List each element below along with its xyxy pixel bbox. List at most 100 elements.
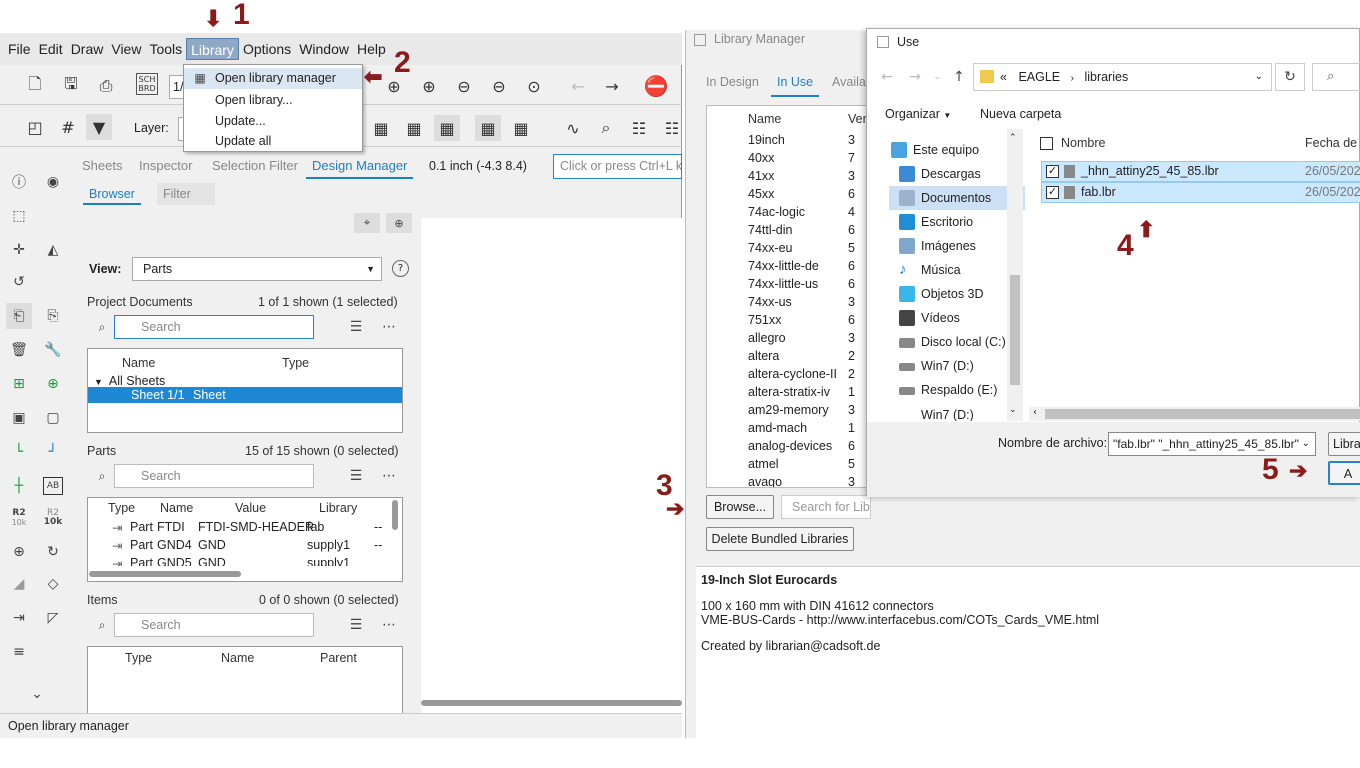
menu-options[interactable]: Options — [239, 38, 295, 60]
more-icon[interactable]: ⋯ — [379, 467, 399, 485]
list-item[interactable]: 74ttl-din 6 — [707, 223, 870, 241]
tab-in-use[interactable]: In Use — [771, 67, 820, 97]
list-item[interactable]: 74xx-us 3 — [707, 295, 870, 313]
more-icon[interactable]: ⋯ — [379, 318, 399, 336]
horizontal-scrollbar[interactable] — [89, 571, 241, 577]
add-part-icon[interactable]: ⊞ — [6, 371, 32, 397]
tab-inspector[interactable]: Inspector — [133, 153, 198, 179]
view-select[interactable]: Parts ▼ — [132, 257, 382, 281]
tab-design-manager[interactable]: Design Manager — [306, 153, 414, 179]
menu-tools[interactable]: Tools — [145, 38, 186, 60]
chevron-down-icon[interactable]: ⌄ — [1301, 433, 1310, 455]
nav-documentos[interactable]: Documentos — [889, 186, 1025, 210]
nav-win7-d[interactable]: Win7 (D:) — [889, 354, 1025, 378]
menu-draw[interactable]: Draw — [67, 38, 108, 60]
tab-in-design[interactable]: In Design — [700, 67, 765, 97]
pin-swap-icon[interactable]: ▣ — [6, 405, 32, 431]
scroll-down-icon[interactable]: ⌄ — [1009, 405, 1017, 415]
subtab-filter[interactable]: Filter — [157, 183, 215, 205]
col-value[interactable]: Value — [235, 501, 266, 515]
refresh-icon[interactable]: ↻ — [1275, 63, 1305, 91]
nav-musica[interactable]: ♪ Música — [889, 258, 1025, 282]
library-search-input[interactable]: Search for Library Name — [781, 495, 871, 519]
name-icon[interactable]: R2 10k — [6, 505, 32, 531]
copy-icon[interactable]: ⎗ — [6, 303, 32, 329]
wave-icon[interactable]: ∿ — [560, 115, 586, 141]
dialog-search-input[interactable]: ⌕ — [1312, 63, 1360, 91]
wrench-icon[interactable]: 🔧 — [40, 337, 66, 363]
col-name[interactable]: Name — [221, 651, 254, 665]
col-library[interactable]: Library — [319, 501, 357, 515]
print-icon[interactable]: ⎙ — [93, 73, 119, 99]
nav-disco-local[interactable]: Disco local (C:) — [889, 330, 1025, 354]
list-item[interactable]: 74ac-logic 4 — [707, 205, 870, 223]
items-search-input[interactable]: Search — [114, 613, 314, 637]
redo-icon[interactable]: → — [599, 73, 625, 99]
new-file-icon[interactable]: 🗋 — [22, 73, 48, 99]
forward-icon[interactable]: → — [905, 67, 925, 87]
up-icon[interactable]: ↑ — [949, 67, 969, 87]
sch-brd-switch-icon[interactable]: SCH BRD — [136, 73, 158, 95]
menu-window[interactable]: Window — [295, 38, 353, 60]
breadcrumb-eagle[interactable]: EAGLE — [1018, 70, 1060, 84]
junction-icon[interactable]: ┼ — [6, 473, 32, 499]
list-item[interactable]: 45xx 6 — [707, 187, 870, 205]
col-parent[interactable]: Parent — [320, 651, 357, 665]
col-fecha[interactable]: Fecha de m — [1305, 136, 1360, 150]
menu-view[interactable]: View — [107, 38, 145, 60]
list-item[interactable]: atmel 5 — [707, 457, 870, 475]
nav-win7-d-2[interactable]: Win7 (D:) — [889, 409, 1025, 421]
list-item[interactable]: 19inch 3 — [707, 133, 870, 151]
menu-item-open-library-manager[interactable]: Open library manager — [184, 68, 362, 89]
chevron-down-icon[interactable]: ⌄ — [1255, 64, 1263, 90]
paste-icon[interactable]: ⎘ — [40, 303, 66, 329]
filter-icon[interactable]: ▼ — [86, 114, 112, 140]
save-icon[interactable]: 🖫 — [58, 73, 84, 99]
list-item[interactable]: altera 2 — [707, 349, 870, 367]
delete-icon[interactable]: 🗑 — [6, 337, 32, 363]
nav-este-equipo[interactable]: Este equipo — [881, 138, 1017, 162]
col-name[interactable]: Name — [160, 501, 193, 515]
bus-icon[interactable]: ┘ — [40, 439, 66, 465]
col-type[interactable]: Type — [282, 356, 309, 370]
wire-icon[interactable]: └ — [6, 439, 32, 465]
file-row[interactable]: ✓ _hhn_attiny25_45_85.lbr 26/05/2021 — [1041, 161, 1360, 182]
list-item[interactable]: altera-stratix-iv 1 — [707, 385, 870, 403]
drawing-canvas[interactable] — [421, 218, 682, 738]
menu-item-open-library[interactable]: Open library... — [184, 90, 362, 111]
layout-2-icon[interactable]: ▦ — [401, 115, 427, 141]
help-icon[interactable]: ? — [392, 260, 409, 277]
menu-item-update[interactable]: Update... — [184, 111, 362, 132]
back-icon[interactable]: ← — [877, 67, 897, 87]
menu-library[interactable]: Library — [186, 38, 239, 60]
add-gate-icon[interactable]: ⊕ — [40, 371, 66, 397]
more-icon[interactable]: ⋯ — [379, 616, 399, 634]
more-tools-icon[interactable]: ⌄ — [24, 681, 50, 707]
scroll-left-icon[interactable]: ‹ — [1033, 407, 1037, 418]
breadcrumb-libraries[interactable]: libraries — [1084, 70, 1128, 84]
vertical-scrollbar[interactable] — [392, 500, 398, 530]
attribute-icon[interactable]: ◇ — [40, 571, 66, 597]
list-item[interactable]: 41xx 3 — [707, 169, 870, 187]
delete-bundled-button[interactable]: Delete Bundled Libraries — [706, 527, 854, 551]
subtab-browser[interactable]: Browser — [83, 183, 141, 205]
replace-icon[interactable]: ▢ — [40, 405, 66, 431]
organize-button[interactable]: Organizar ▼ — [885, 107, 951, 121]
tab-selection-filter[interactable]: Selection Filter — [206, 153, 304, 179]
select-all-checkbox[interactable] — [1040, 137, 1053, 150]
table-row[interactable]: ⇥ Part GND5 GND supply1 — [88, 556, 388, 566]
list-item[interactable]: 74xx-eu 5 — [707, 241, 870, 259]
list-item[interactable]: am29-memory 3 — [707, 403, 870, 421]
layout-4-icon[interactable]: ▦ — [475, 115, 501, 141]
menu-help[interactable]: Help — [353, 38, 390, 60]
grid-icon[interactable]: # — [55, 114, 81, 140]
table-row[interactable]: ⇥ Part FTDI FTDI-SMD-HEADER fab -- — [88, 520, 388, 538]
menu-edit[interactable]: Edit — [35, 38, 67, 60]
table-row[interactable]: Sheet 1/1 Sheet — [88, 387, 402, 403]
select-icon[interactable]: ⬚ — [6, 203, 32, 229]
split-icon[interactable]: ◢ — [6, 571, 32, 597]
smash-icon[interactable]: ↻ — [40, 539, 66, 565]
files-horizontal-scrollbar[interactable]: ‹ — [1029, 407, 1360, 421]
list-item[interactable]: allegro 3 — [707, 331, 870, 349]
nav-descargas[interactable]: Descargas — [889, 162, 1025, 186]
